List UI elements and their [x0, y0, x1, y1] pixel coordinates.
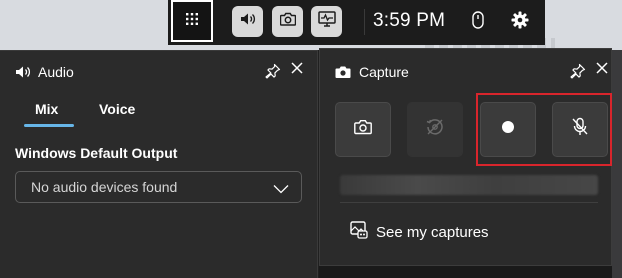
camera-icon [335, 65, 351, 79]
output-section-label: Windows Default Output [15, 145, 178, 161]
pin-capture-button[interactable] [569, 63, 587, 84]
record-last-icon [425, 117, 445, 142]
performance-widget-button[interactable] [311, 6, 342, 37]
output-device-value: No audio devices found [31, 179, 178, 195]
close-icon [596, 61, 608, 79]
microphone-off-icon [571, 117, 589, 142]
see-my-captures-link[interactable]: See my captures [350, 221, 489, 243]
close-capture-button[interactable] [594, 62, 610, 78]
see-my-captures-label: See my captures [376, 223, 489, 241]
speaker-icon [240, 12, 256, 31]
topbar-divider [364, 9, 365, 35]
gear-icon [511, 11, 529, 34]
capture-widget-button[interactable] [272, 6, 303, 37]
start-recording-button[interactable] [480, 102, 536, 157]
performance-icon [317, 11, 336, 32]
tab-mix-selected-indicator [24, 124, 74, 127]
capture-panel: Capture See my captures [319, 48, 612, 266]
camera-icon [279, 12, 296, 31]
chevron-down-icon [273, 181, 289, 199]
record-last-30s-button[interactable] [407, 102, 463, 157]
audio-panel-title: Audio [38, 64, 74, 80]
tab-voice[interactable]: Voice [99, 101, 135, 117]
tab-mix[interactable]: Mix [35, 101, 58, 117]
capture-divider [340, 202, 598, 203]
audio-widget-button[interactable] [232, 6, 263, 37]
camera-icon [354, 119, 372, 140]
mouse-icon [472, 10, 484, 34]
clock: 3:59 PM [373, 10, 446, 31]
game-bar: 3:59 PM [168, 0, 545, 45]
capture-panel-footer [319, 266, 612, 278]
mouse-settings-button[interactable] [466, 10, 490, 34]
record-icon [501, 120, 515, 139]
widget-menu-icon [186, 12, 198, 30]
close-icon [291, 61, 303, 79]
capture-panel-title: Capture [359, 64, 409, 80]
pin-audio-button[interactable] [264, 63, 282, 84]
pin-icon [570, 63, 586, 84]
widget-menu-button[interactable] [171, 0, 213, 42]
output-device-dropdown[interactable]: No audio devices found [15, 171, 302, 203]
desktop-background-edge [612, 50, 622, 278]
gallery-icon [350, 221, 368, 243]
pin-icon [265, 63, 281, 84]
screenshot-button[interactable] [335, 102, 391, 157]
microphone-toggle-button[interactable] [552, 102, 608, 157]
settings-button[interactable] [508, 10, 532, 34]
recent-capture-preview [340, 175, 598, 195]
close-audio-button[interactable] [289, 62, 305, 78]
speaker-icon [15, 65, 31, 79]
audio-panel: Audio Mix Voice Windows Default Output N… [0, 50, 318, 278]
